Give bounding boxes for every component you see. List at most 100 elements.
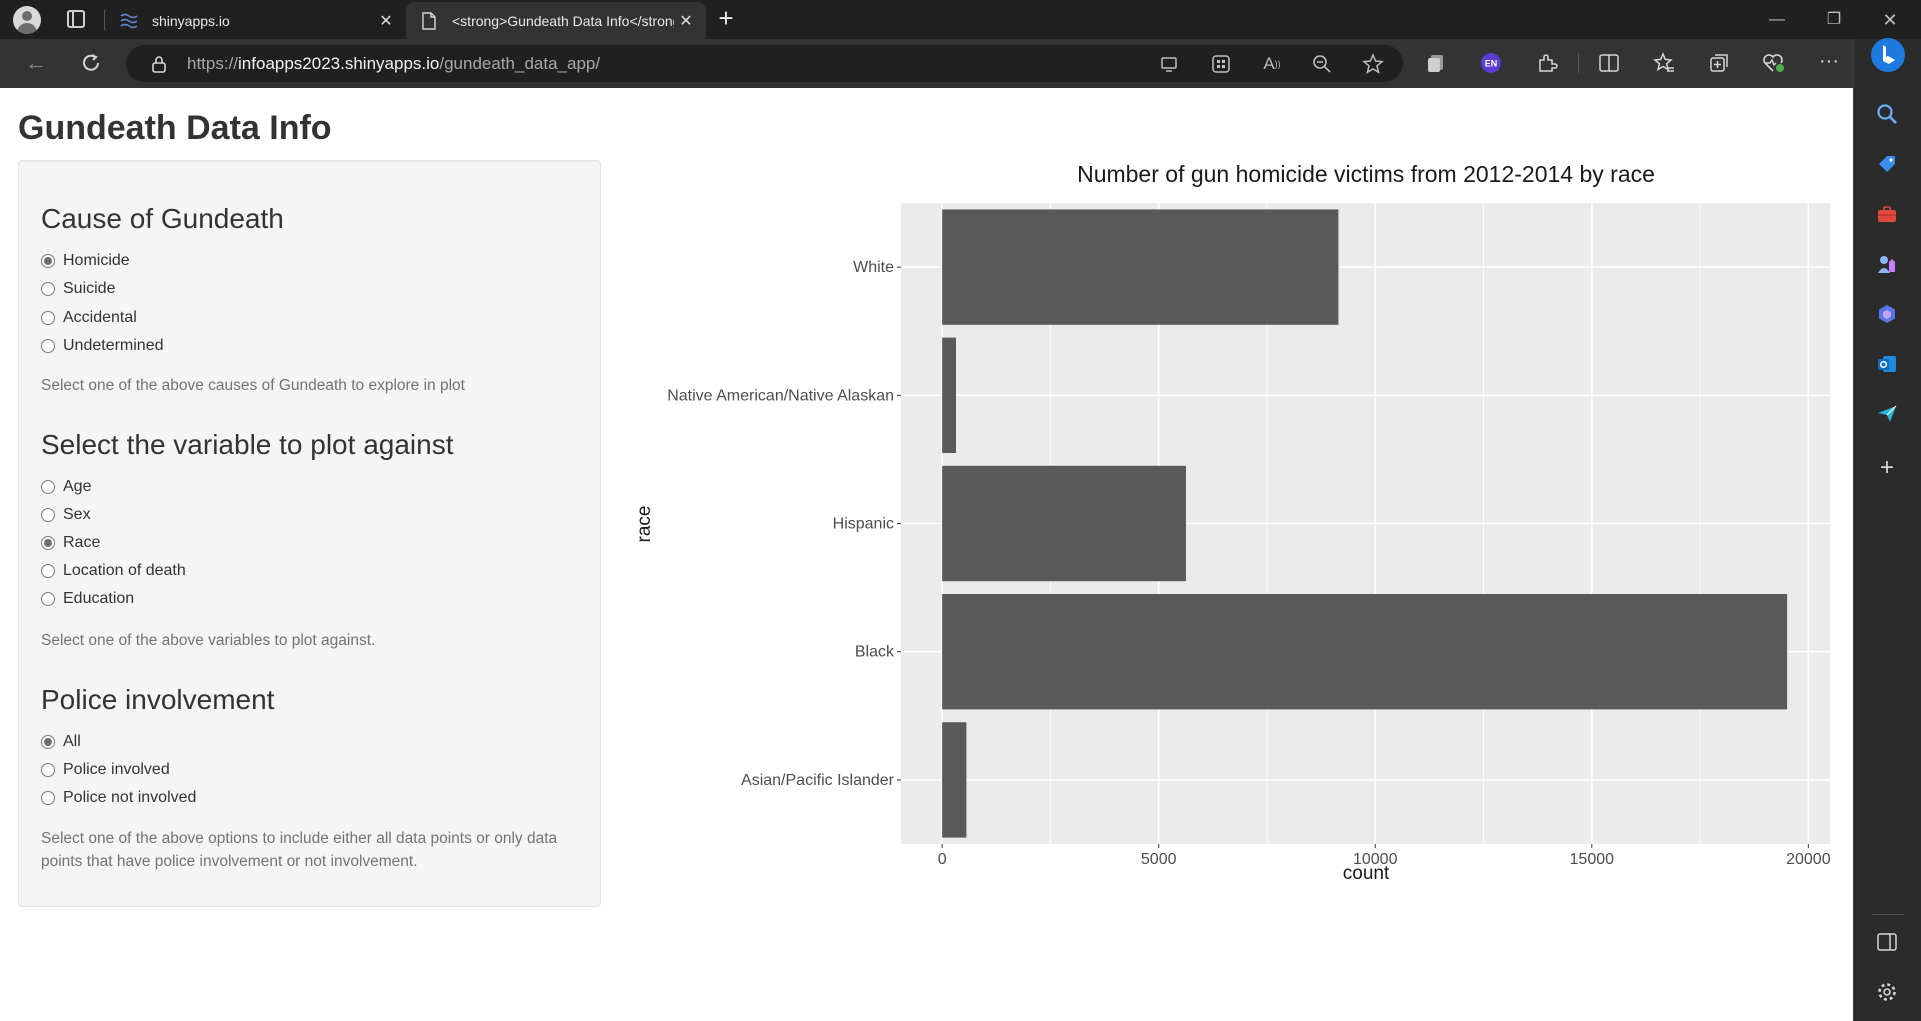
back-icon[interactable]: ← <box>22 49 50 77</box>
minimize-icon[interactable]: — <box>1765 8 1789 32</box>
url-text[interactable]: https://infoapps2023.shinyapps.io/gundea… <box>187 54 600 74</box>
radio-button[interactable] <box>41 564 55 578</box>
bar <box>942 209 1339 325</box>
new-tab-icon[interactable]: + <box>713 5 739 32</box>
radio-button[interactable] <box>41 282 55 296</box>
split-screen-icon[interactable] <box>1595 49 1623 77</box>
cause-help-text: Select one of the above causes of Gundea… <box>41 377 465 394</box>
radio-button-checked[interactable] <box>41 536 55 550</box>
copilot-icon[interactable] <box>1870 37 1906 73</box>
microsoft-365-icon[interactable] <box>1874 301 1900 327</box>
bar-chart: Number of gun homicide victims from 2012… <box>634 161 1831 884</box>
radio-sex[interactable]: Sex <box>41 503 91 527</box>
toolbar-divider <box>1578 53 1579 73</box>
radio-label: Police not involved <box>63 789 197 806</box>
radio-button[interactable] <box>41 592 55 606</box>
radio-label: Homicide <box>63 252 130 269</box>
radio-label: Education <box>63 590 135 607</box>
language-extension-icon[interactable]: EN <box>1477 49 1505 77</box>
close-tab-icon[interactable]: ✕ <box>674 9 698 33</box>
lock-icon[interactable] <box>150 55 168 73</box>
settings-icon[interactable] <box>1874 979 1900 1005</box>
radio-button-checked[interactable] <box>41 254 55 268</box>
address-bar[interactable]: https://infoapps2023.shinyapps.io/gundea… <box>126 45 1403 82</box>
radio-button-checked[interactable] <box>41 735 55 749</box>
extension-badge-text: EN <box>1485 59 1498 69</box>
radio-homicide[interactable]: Homicide <box>41 249 130 273</box>
tools-briefcase-icon[interactable] <box>1874 201 1900 227</box>
tab-gundeath-app[interactable]: <strong>Gundeath Data Info</strong> ✕ <box>406 2 706 39</box>
radio-race[interactable]: Race <box>41 531 100 555</box>
radio-undetermined[interactable]: Undetermined <box>41 334 164 358</box>
radio-location-of-death[interactable]: Location of death <box>41 559 186 583</box>
refresh-icon[interactable] <box>77 49 105 77</box>
page-title: Gundeath Data Info <box>18 109 332 147</box>
shopping-tag-icon[interactable] <box>1874 151 1900 177</box>
games-icon[interactable] <box>1874 251 1900 277</box>
radio-button[interactable] <box>41 480 55 494</box>
radio-police-not-involved[interactable]: Police not involved <box>41 786 196 810</box>
radio-accidental[interactable]: Accidental <box>41 306 137 330</box>
browser-essentials-icon[interactable] <box>1760 49 1788 77</box>
radio-education[interactable]: Education <box>41 587 134 611</box>
bar <box>942 722 967 838</box>
extensions-grid-icon[interactable] <box>1208 51 1234 77</box>
profile-avatar-icon[interactable] <box>13 6 41 34</box>
app-available-icon[interactable] <box>1157 51 1183 77</box>
x-axis-label: count <box>1343 863 1390 884</box>
variable-help-text: Select one of the above variables to plo… <box>41 632 376 649</box>
page-favicon-icon <box>420 11 438 30</box>
extensions-icon[interactable] <box>1533 49 1561 77</box>
favorite-star-icon[interactable] <box>1360 51 1386 77</box>
radio-button[interactable] <box>41 791 55 805</box>
tab-actions-icon[interactable] <box>67 10 85 28</box>
search-icon[interactable] <box>1874 101 1900 127</box>
radio-button[interactable] <box>41 508 55 522</box>
radio-label: Race <box>63 534 101 551</box>
sidebar-panel: Cause of Gundeath Homicide Suicide Accid… <box>18 160 601 907</box>
tab-collections-icon[interactable] <box>1705 49 1733 77</box>
zoom-out-icon[interactable] <box>1309 51 1335 77</box>
add-icon[interactable]: + <box>1874 454 1900 481</box>
send-icon[interactable] <box>1874 401 1900 427</box>
radio-label: All <box>63 733 81 750</box>
sidebar-divider <box>1872 914 1904 915</box>
radio-suicide[interactable]: Suicide <box>41 277 115 301</box>
radio-label: Accidental <box>63 309 137 326</box>
collections-icon[interactable] <box>1422 49 1450 77</box>
radio-age[interactable]: Age <box>41 475 91 499</box>
radio-all[interactable]: All <box>41 730 81 754</box>
read-aloud-icon[interactable]: A)) <box>1259 51 1285 77</box>
more-icon[interactable]: ··· <box>1815 47 1843 75</box>
url-host: infoapps2023.shinyapps.io <box>238 54 440 73</box>
url-prefix: https:// <box>187 54 239 73</box>
cause-heading: Cause of Gundeath <box>41 203 284 234</box>
bar <box>942 337 957 453</box>
radio-label: Suicide <box>63 280 116 297</box>
restore-icon[interactable]: ❐ <box>1822 8 1846 32</box>
y-axis-label: race <box>634 506 655 543</box>
favorites-icon[interactable] <box>1650 49 1678 77</box>
radio-button[interactable] <box>41 339 55 353</box>
y-tick-label: Black <box>855 644 895 661</box>
chart-title: Number of gun homicide victims from 2012… <box>1077 161 1655 187</box>
x-tick-label: 15000 <box>1570 851 1615 868</box>
tab-title: shinyapps.io <box>152 12 230 29</box>
x-tick-label: 0 <box>938 851 947 868</box>
close-window-icon[interactable]: ✕ <box>1878 8 1902 32</box>
browser-sidebar: + <box>1853 37 1921 1021</box>
close-tab-icon[interactable]: ✕ <box>374 9 398 33</box>
bar <box>942 594 1788 710</box>
browser-toolbar: ← https://infoapps2023.shinyapps.io/gund… <box>0 39 1921 88</box>
y-tick-label: Native American/Native Alaskan <box>667 387 894 404</box>
radio-button[interactable] <box>41 763 55 777</box>
radio-label: Location of death <box>63 562 186 579</box>
tab-shinyapps[interactable]: shinyapps.io ✕ <box>106 2 406 39</box>
police-heading: Police involvement <box>41 684 275 715</box>
radio-button[interactable] <box>41 311 55 325</box>
sidebar-toggle-icon[interactable] <box>1874 929 1900 955</box>
radio-label: Age <box>63 478 92 495</box>
police-help-text: Select one of the above options to inclu… <box>41 830 558 870</box>
radio-police-involved[interactable]: Police involved <box>41 758 170 782</box>
outlook-icon[interactable] <box>1874 351 1900 377</box>
